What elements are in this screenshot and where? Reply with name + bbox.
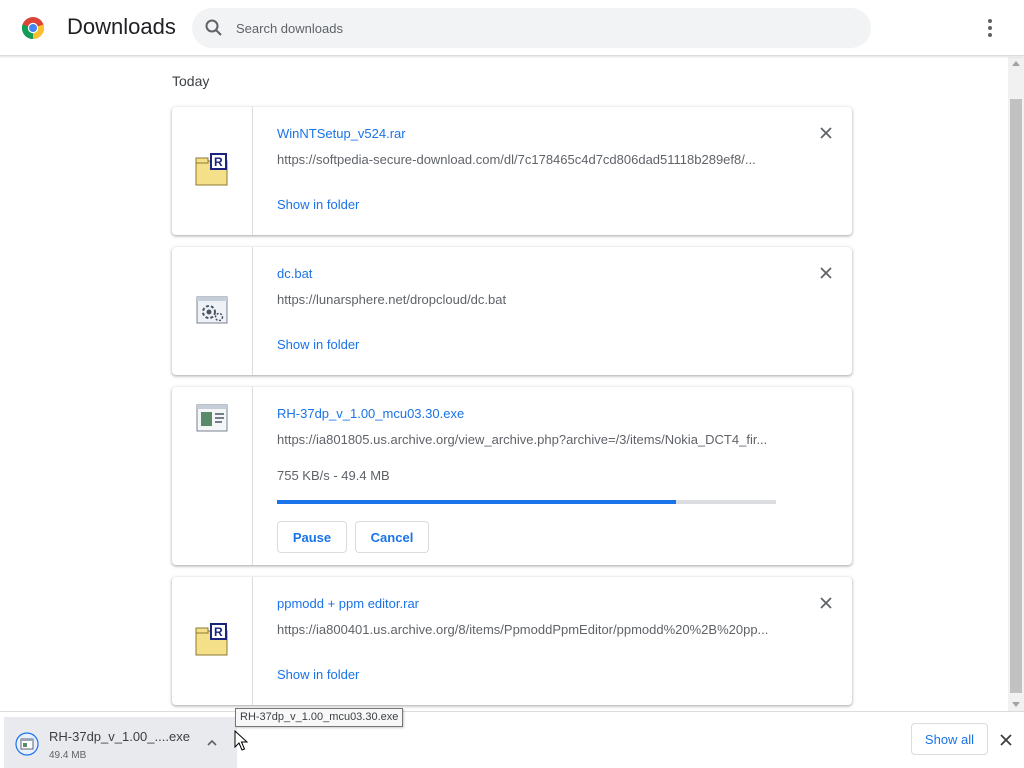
show-in-folder-link[interactable]: Show in folder (277, 337, 359, 352)
more-vert-icon[interactable] (977, 14, 1003, 42)
page-title: Downloads (67, 14, 176, 39)
cancel-button[interactable]: Cancel (355, 521, 429, 553)
file-name-link[interactable]: RH-37dp_v_1.00_mcu03.30.exe (277, 406, 464, 421)
file-name-link[interactable]: ppmodd + ppm editor.rar (277, 596, 419, 611)
file-url: https://lunarsphere.net/dropcloud/dc.bat (277, 292, 507, 307)
download-item: dc.bat https://lunarsphere.net/dropcloud… (172, 247, 852, 375)
download-item: R ppmodd + ppm editor.rar https://ia8004… (172, 577, 852, 705)
download-shelf: RH-37dp_v_1.00_....exe 49.4 MB Show all (0, 711, 1024, 768)
file-name-link[interactable]: WinNTSetup_v524.rar (277, 126, 406, 141)
show-all-button[interactable]: Show all (911, 723, 988, 755)
remove-icon[interactable] (816, 263, 836, 283)
scrollbar-thumb[interactable] (1010, 99, 1022, 693)
show-in-folder-link[interactable]: Show in folder (277, 667, 359, 682)
rar-archive-icon: R (195, 623, 228, 656)
file-url: https://ia800401.us.archive.org/8/items/… (277, 622, 769, 637)
tooltip: RH-37dp_v_1.00_mcu03.30.exe (235, 708, 404, 727)
scroll-down-arrow-icon[interactable] (1012, 702, 1020, 707)
search-input[interactable] (236, 8, 856, 48)
mouse-cursor-icon (234, 730, 248, 751)
download-item: R WinNTSetup_v524.rar https://softpedia-… (172, 107, 852, 235)
close-icon[interactable] (997, 731, 1015, 749)
rar-archive-icon: R (195, 153, 228, 186)
remove-icon[interactable] (816, 593, 836, 613)
svg-text:R: R (214, 625, 223, 639)
chevron-up-icon[interactable] (205, 736, 219, 750)
shelf-file-name: RH-37dp_v_1.00_....exe (49, 729, 190, 744)
progress-bar (277, 500, 776, 504)
executable-file-icon (196, 404, 228, 432)
file-name-link[interactable]: dc.bat (277, 266, 312, 281)
svg-text:R: R (214, 155, 223, 169)
file-url: https://ia801805.us.archive.org/view_arc… (277, 432, 768, 447)
progress-fill (277, 500, 677, 504)
downloads-list[interactable]: Today R WinNTSetup_v524.rar https://soft… (0, 57, 1008, 711)
pause-button[interactable]: Pause (277, 521, 347, 553)
chrome-logo-icon (21, 17, 45, 40)
batch-file-icon (196, 296, 228, 324)
file-url: https://softpedia-secure-download.com/dl… (277, 152, 756, 167)
scroll-up-arrow-icon[interactable] (1012, 61, 1020, 66)
downloads-header: Downloads (0, 0, 1024, 56)
download-status: 755 KB/s - 49.4 MB (277, 468, 390, 483)
shelf-file-size: 49.4 MB (49, 750, 87, 761)
show-in-folder-link[interactable]: Show in folder (277, 197, 359, 212)
shelf-download-item[interactable]: RH-37dp_v_1.00_....exe 49.4 MB (4, 717, 237, 768)
search-box[interactable] (192, 8, 871, 48)
date-header: Today (172, 73, 210, 89)
vertical-scrollbar[interactable] (1008, 57, 1024, 711)
search-icon (205, 19, 222, 36)
remove-icon[interactable] (816, 123, 836, 143)
executable-file-icon (15, 732, 39, 756)
download-item-in-progress: RH-37dp_v_1.00_mcu03.30.exe https://ia80… (172, 387, 852, 565)
